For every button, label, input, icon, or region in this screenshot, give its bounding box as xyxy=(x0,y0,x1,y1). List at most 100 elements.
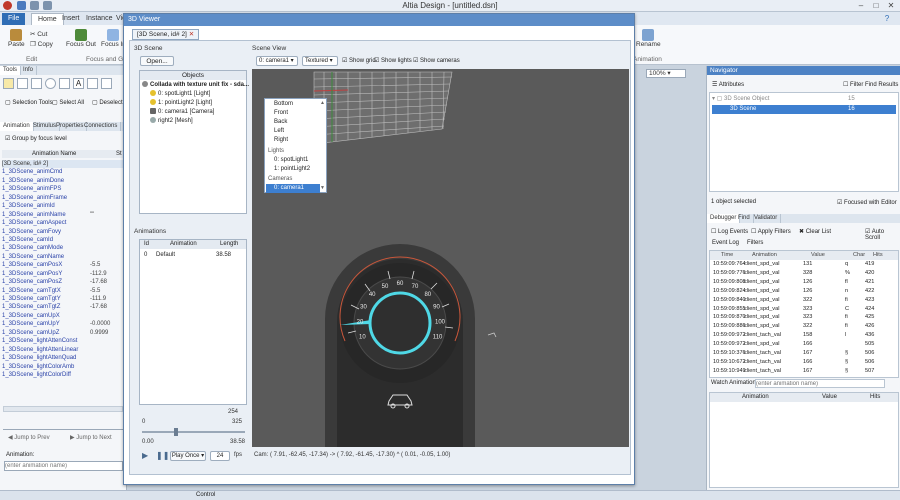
group-by-focus-checkbox[interactable]: ☑ Group by focus level xyxy=(5,135,67,142)
navigator-tree[interactable]: ▾ ▢ 3D Scene Object 15 3D Scene 16 xyxy=(709,92,899,192)
mode-select[interactable]: Textured ▾ xyxy=(302,56,338,66)
dropdown-scroll-icon[interactable]: ▲ xyxy=(320,100,325,106)
animation-row[interactable]: 1_3DScene_animFrame xyxy=(2,194,125,202)
left-scrollbar[interactable] xyxy=(3,406,123,412)
animation-row[interactable]: 1_3DScene_camMode xyxy=(2,244,125,252)
view-option[interactable]: Bottom xyxy=(274,100,293,109)
ellipse-tool-icon[interactable] xyxy=(45,78,56,89)
ribbon-help-icon[interactable]: ? xyxy=(880,13,894,24)
event-row[interactable]: 10:59:09:840 client_spd_val 322 fi 423 xyxy=(710,297,898,306)
animation-row[interactable]: 1_3DScene_lightAttenConst xyxy=(2,337,125,345)
objects-list[interactable]: Objects Collada with texture unit fix - … xyxy=(139,70,249,214)
event-row[interactable]: 10:59:09:972 client_tach_val 158 l 436 xyxy=(710,332,898,341)
animation-row[interactable]: 1_3DScene_camTgtX -5.5 xyxy=(2,287,125,295)
view-option[interactable]: Right xyxy=(274,136,288,145)
event-col-value[interactable]: Value xyxy=(811,251,825,260)
animation-row[interactable]: 1_3DScene_animDone xyxy=(2,177,125,185)
animation-row[interactable]: 1_3DScene_lightAttenQuad xyxy=(2,354,125,362)
camera-select[interactable]: 0: camera1 ▾ xyxy=(256,56,298,66)
watch-table[interactable]: Animation Value Hits xyxy=(709,392,899,488)
event-row[interactable]: 10:59:10:672 client_tach_val 166 § 506 xyxy=(710,359,898,368)
animation-row[interactable]: 1_3DScene_camUpY -0.0000 xyxy=(2,320,125,328)
play-icon[interactable]: ▶ xyxy=(142,451,148,460)
animation-row[interactable]: 1_3DScene_camId xyxy=(2,236,125,244)
rename-button[interactable]: Rename xyxy=(636,29,661,48)
watch-animation-input[interactable] xyxy=(755,379,885,388)
animation-row[interactable]: 1_3DScene_camTgtY -111.9 xyxy=(2,295,125,303)
animation-row[interactable]: 1_3DScene_camPosZ -17.68 xyxy=(2,278,125,286)
view-option[interactable]: Back xyxy=(274,118,287,127)
animation-row[interactable]: 1_3DScene_animId xyxy=(2,202,125,210)
animation-row[interactable]: 1_3DScene_animFPS xyxy=(2,185,125,193)
pause-icon[interactable]: ❚❚ xyxy=(156,451,169,460)
animation-row[interactable]: 1_3DScene_lightAttenLinear xyxy=(2,346,125,354)
tree-item[interactable]: ▾ ▢ 3D Scene Object 15 xyxy=(712,95,896,104)
tree-item-selected[interactable]: 3D Scene 16 xyxy=(712,105,896,114)
animation-row[interactable]: 1_3DScene_camFovy xyxy=(2,228,125,236)
camera-option-selected[interactable]: 0: camera1 xyxy=(266,184,320,193)
event-row[interactable]: 10:59:09:776 client_spd_val 328% 420 xyxy=(710,270,898,279)
event-row[interactable]: 10:59:10:949 client_tach_val 167 § 507 xyxy=(710,368,898,377)
camera-dropdown-list[interactable]: Bottom Front Back Left Right Lights 0: s… xyxy=(264,98,327,193)
clear-list-button[interactable]: ✖ Clear List xyxy=(799,228,831,235)
col-animation-name[interactable]: Animation Name xyxy=(32,150,76,158)
view-option[interactable]: Front xyxy=(274,109,288,118)
event-row[interactable]: 10:59:09:764 client_spd_val 131 q 419 xyxy=(710,261,898,270)
animations-list[interactable]: Id Animation Length 0 Default 38.58 xyxy=(139,239,247,405)
apply-filters-checkbox[interactable]: ☐ Apply Filters xyxy=(751,228,791,235)
show-cameras-checkbox[interactable]: ☑ Show cameras xyxy=(413,57,460,64)
animation-row[interactable]: 1_3DScene_lightColorDiff xyxy=(2,371,125,379)
log-events-checkbox[interactable]: ☐ Log Events xyxy=(711,228,748,235)
maximize-button[interactable]: □ xyxy=(869,0,883,11)
tab-file[interactable]: File xyxy=(2,13,26,25)
scene-tab[interactable]: [3D Scene, id# 2] ✕ xyxy=(132,29,200,40)
col-state[interactable]: St xyxy=(116,150,122,158)
timeline-slider[interactable] xyxy=(3,418,123,430)
animation-row[interactable]: 1_3DScene_camName xyxy=(2,253,125,261)
close-button[interactable]: ✕ xyxy=(884,0,898,11)
frame-slider[interactable] xyxy=(142,428,245,436)
jump-prev-button[interactable]: ◀ Jump to Prev xyxy=(8,434,50,441)
animation-row[interactable]: 0 Default 38.58 xyxy=(140,251,246,259)
event-row[interactable]: 10:59:09:886 client_spd_val 322 fi 426 xyxy=(710,323,898,332)
animation-group-row[interactable]: [3D Scene, id# 2] xyxy=(2,160,125,169)
tab-filters[interactable]: Filters xyxy=(747,240,763,246)
object-item[interactable]: 1: pointLight2 [Light] xyxy=(150,99,212,107)
event-row[interactable]: 10:59:09:824 client_spd_val 126 n 422 xyxy=(710,288,898,297)
play-mode-select[interactable]: Play Once ▾ xyxy=(170,451,206,461)
tab-info[interactable]: Info xyxy=(20,66,38,75)
event-row[interactable]: 10:59:09:870 client_spd_val 323 fi 425 xyxy=(710,314,898,323)
deselect-button[interactable]: ▢ Deselect xyxy=(92,99,123,106)
object-item[interactable]: 0: camera1 [Camera] xyxy=(150,108,214,116)
tab-tools[interactable]: Tools xyxy=(0,66,22,75)
animation-row[interactable]: 1_3DScene_animCmd xyxy=(2,168,125,176)
fps-stepper[interactable]: 24 xyxy=(210,451,230,461)
image-tool-icon[interactable] xyxy=(87,78,98,89)
tab-validator[interactable]: Validator xyxy=(751,214,782,223)
event-col-char[interactable]: Char xyxy=(853,251,865,260)
text-tool-icon[interactable]: A xyxy=(73,78,84,89)
animation-row[interactable]: 1_3DScene_camPosY -112.9 xyxy=(2,270,125,278)
polygon-tool-icon[interactable] xyxy=(59,78,70,89)
filter-find-checkbox[interactable]: ☐ Filter Find Results xyxy=(843,81,898,88)
copy-button[interactable]: ❐ Copy xyxy=(30,40,53,48)
event-col-time[interactable]: Time xyxy=(721,251,733,260)
open-button[interactable]: Open... xyxy=(140,56,174,66)
event-row[interactable]: 10:59:10:376 client_tach_val 167 § 506 xyxy=(710,350,898,359)
event-col-animation[interactable]: Animation xyxy=(752,251,777,260)
auto-scroll-checkbox[interactable]: ☑ Auto Scroll xyxy=(865,228,900,241)
focused-editor-checkbox[interactable]: ☑ Focused with Editor xyxy=(837,199,897,206)
animation-list[interactable]: [3D Scene, id# 2] 1_3DScene_animCmd 1_3DSc… xyxy=(2,160,125,400)
object-item[interactable]: Collada with texture unit fix - sda... xyxy=(142,81,249,89)
rectangle-tool-icon[interactable] xyxy=(31,78,42,89)
arrow-tool-icon[interactable] xyxy=(3,78,14,89)
curve-tool-icon[interactable] xyxy=(101,78,112,89)
close-tab-icon[interactable]: ✕ xyxy=(189,31,194,38)
animation-row[interactable]: 1_3DScene_camAspect xyxy=(2,219,125,227)
frame-slider-thumb[interactable] xyxy=(174,428,178,436)
view-option[interactable]: Left xyxy=(274,127,284,136)
tab-animation[interactable]: Animation xyxy=(0,122,34,131)
animation-row[interactable]: 1_3DScene_lightColorAmb xyxy=(2,363,125,371)
attributes-button[interactable]: ☰ Attributes xyxy=(712,81,744,88)
select-all-button[interactable]: ▢ Select All xyxy=(52,99,84,106)
